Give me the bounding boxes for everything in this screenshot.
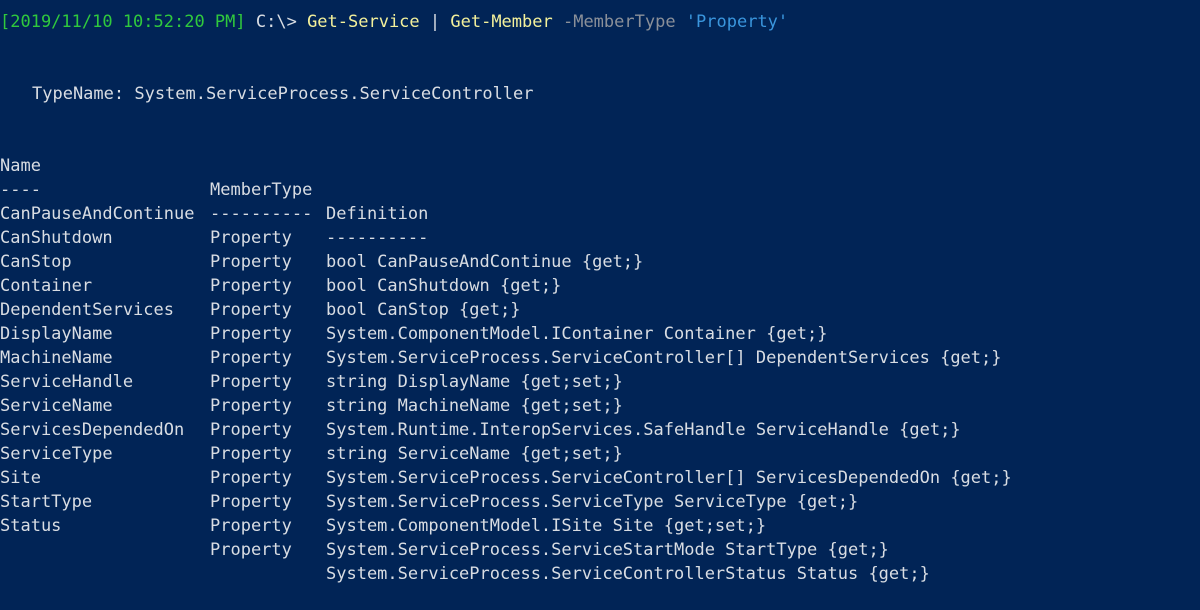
prompt-path: C:\> — [245, 12, 308, 32]
row-membertype: Property — [210, 540, 292, 560]
table-row: Site Property System.ComponentModel.ISit… — [0, 442, 1200, 536]
row-name: Status — [0, 516, 62, 536]
prompt-timestamp: [2019/11/10 10:52:20 PM] — [0, 12, 246, 32]
row-definition: System.ServiceProcess.ServiceStartMode S… — [326, 540, 889, 560]
command-get-member: Get-Member — [450, 12, 553, 32]
table-row: StartType Property System.ServiceProcess… — [0, 466, 1200, 560]
table-separator-row: ---- ---------- ---------- — [0, 154, 1200, 248]
table-row: CanStop Property bool CanStop {get;} — [0, 226, 1200, 320]
row-definition: System.ComponentModel.ISite Site {get;se… — [326, 516, 767, 536]
table-row: Container Property System.ComponentModel… — [0, 250, 1200, 344]
table-header-row: Name MemberType Definition — [0, 130, 1200, 224]
table-row: ServiceHandle Property System.Runtime.In… — [0, 346, 1200, 440]
table-row: ServicesDependedOn Property System.Servi… — [0, 394, 1200, 488]
table-row: ServiceType Property System.ServiceProce… — [0, 418, 1200, 512]
table-row: DisplayName Property string DisplayName … — [0, 298, 1200, 392]
typename-line: TypeName: System.ServiceProcess.ServiceC… — [32, 84, 534, 104]
table-row: DependentServices Property System.Servic… — [0, 274, 1200, 368]
row-definition: System.ServiceProcess.ServiceControllerS… — [326, 564, 930, 584]
table-row: MachineName Property string MachineName … — [0, 322, 1200, 416]
row-membertype: Property — [210, 516, 292, 536]
powershell-terminal[interactable]: [2019/11/10 10:52:20 PM] C:\> Get-Servic… — [0, 0, 1200, 584]
table-row: Status Property System.ServiceProcess.Se… — [0, 490, 1200, 584]
table-row: CanShutdown Property bool CanShutdown {g… — [0, 202, 1200, 296]
property-argument: 'Property' — [685, 12, 789, 32]
command-prompt-line: [2019/11/10 10:52:20 PM] C:\> Get-Servic… — [0, 10, 788, 34]
membertype-parameter: -MemberType — [552, 12, 686, 32]
command-get-service: Get-Service — [307, 12, 420, 32]
pipe-operator: | — [419, 12, 451, 32]
table-row: ServiceName Property string ServiceName … — [0, 370, 1200, 464]
table-row: CanPauseAndContinue Property bool CanPau… — [0, 178, 1200, 272]
